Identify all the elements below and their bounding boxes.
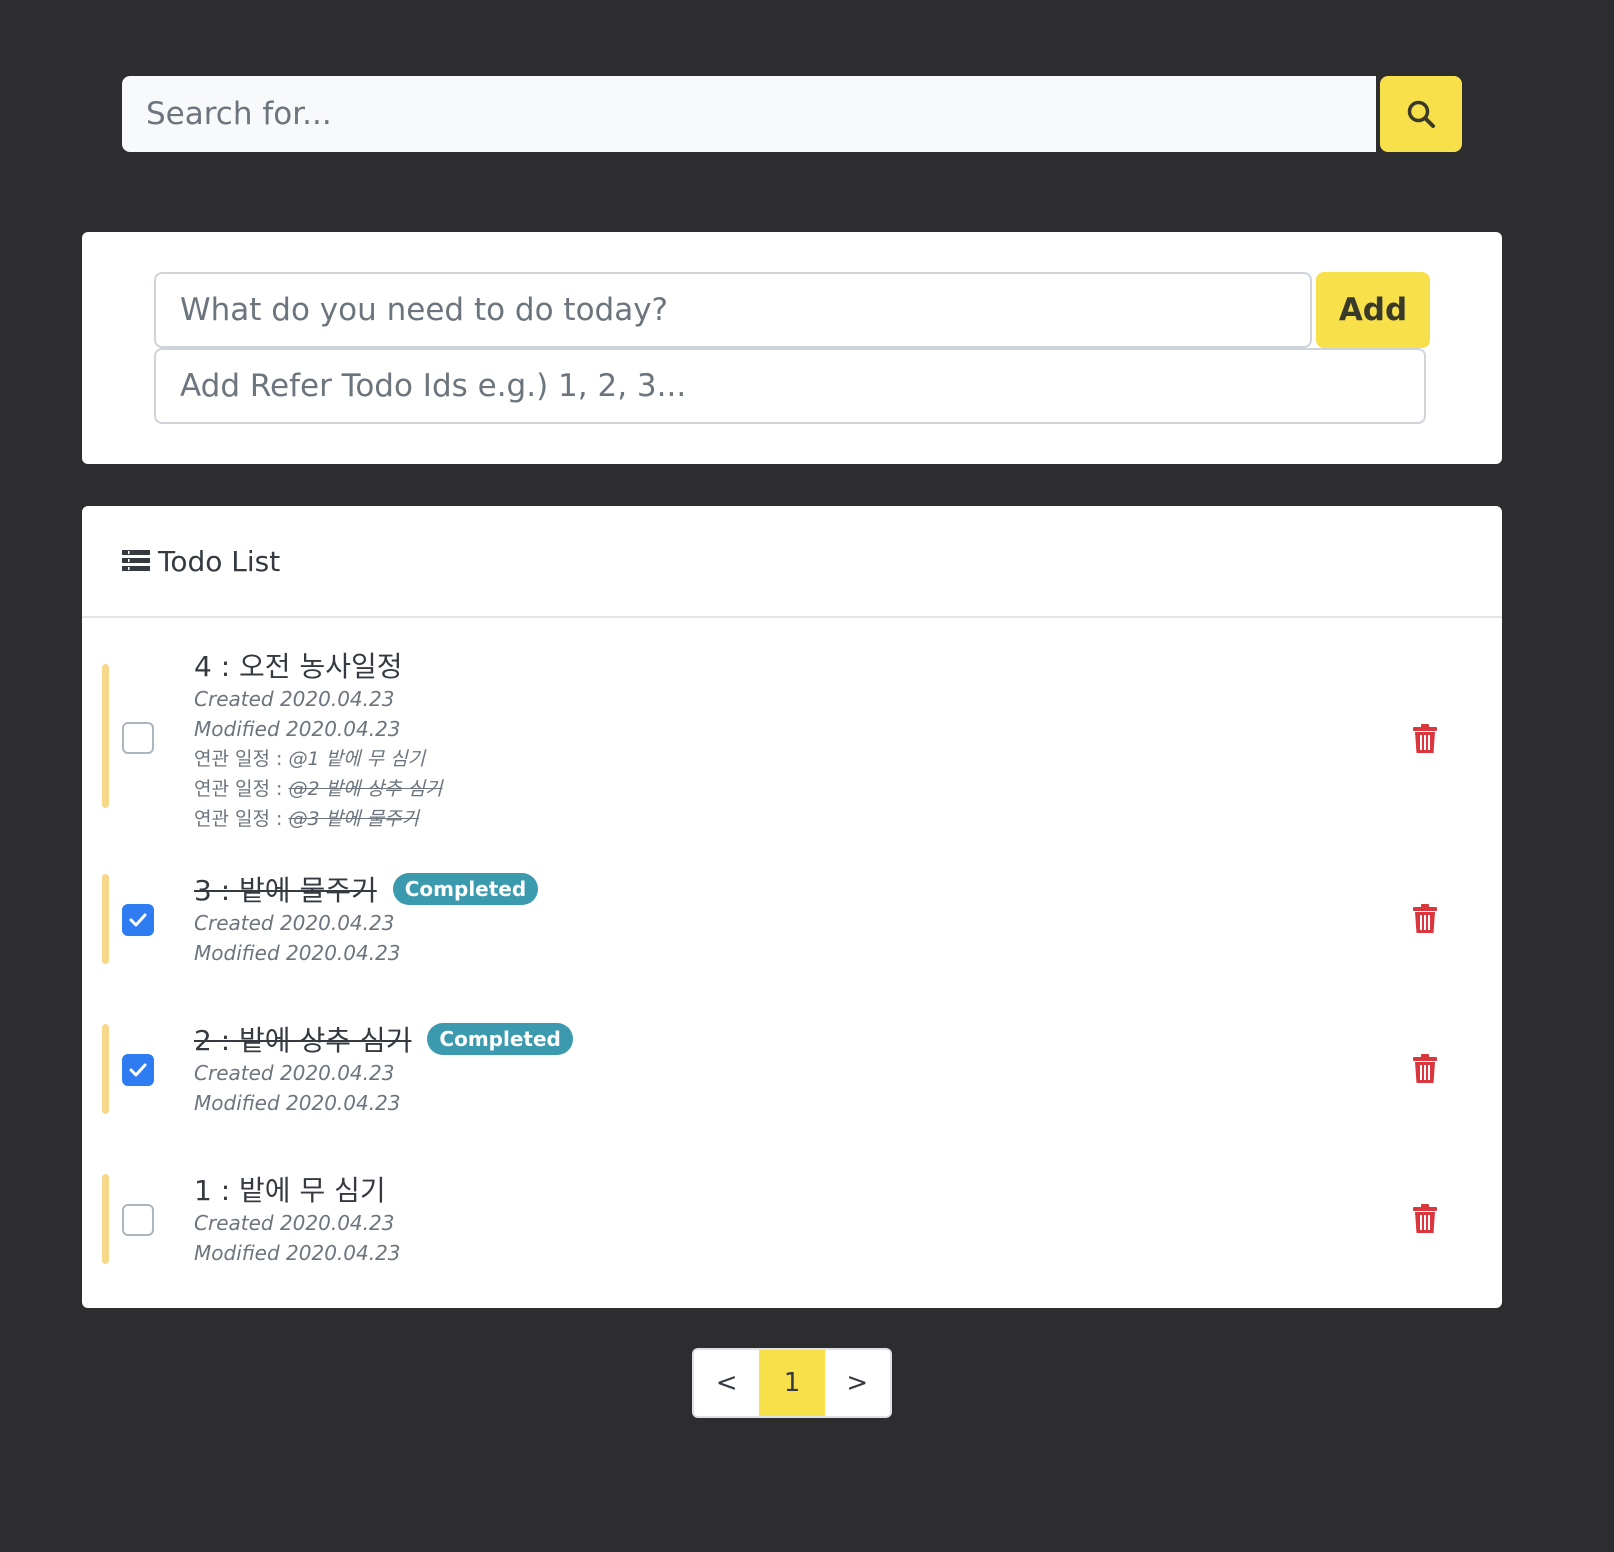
todo-item: 1 : 밭에 무 심기 Created 2020.04.23 Modified … — [82, 1162, 1502, 1292]
todo-modified: Modified 2020.04.23 — [194, 941, 401, 965]
refer-link[interactable]: @2 밭에 상추 심기 — [288, 778, 442, 800]
search-bar — [122, 76, 1462, 152]
todo-accent-bar — [102, 1174, 109, 1264]
pagination-page-1[interactable]: 1 — [759, 1350, 825, 1416]
todo-content: 2 : 밭에 상추 심기 Completed Created 2020.04.2… — [194, 1020, 573, 1118]
todo-title: 2 : 밭에 상추 심기 — [194, 1024, 412, 1057]
trash-icon[interactable] — [1412, 1204, 1438, 1234]
todo-title: 1 : 밭에 무 심기 — [194, 1174, 386, 1207]
todo-checkbox[interactable] — [122, 904, 154, 936]
refer-row: 연관 일정 : @3 밭에 물주기 — [194, 804, 443, 834]
refer-link[interactable]: @3 밭에 물주기 — [288, 808, 419, 830]
todo-created: Created 2020.04.23 — [194, 1211, 395, 1235]
add-button[interactable]: Add — [1316, 272, 1430, 348]
check-icon — [129, 1063, 147, 1077]
refer-ids-input[interactable] — [154, 348, 1426, 424]
refer-row: 연관 일정 : @1 밭에 무 심기 — [194, 744, 443, 774]
todo-checkbox[interactable] — [122, 1204, 154, 1236]
todo-accent-bar — [102, 1024, 109, 1114]
todo-content: 3 : 밭에 물주기 Completed Created 2020.04.23 … — [194, 870, 539, 968]
todo-item: 3 : 밭에 물주기 Completed Created 2020.04.23 … — [82, 862, 1502, 982]
todo-item: 4 : 오전 농사일정 Created 2020.04.23 Modified … — [82, 634, 1502, 830]
search-icon — [1407, 100, 1435, 128]
todo-created: Created 2020.04.23 — [194, 687, 395, 711]
pagination-prev-button[interactable]: < — [694, 1350, 759, 1416]
trash-icon[interactable] — [1412, 904, 1438, 934]
todo-checkbox[interactable] — [122, 1054, 154, 1086]
todo-modified: Modified 2020.04.23 — [194, 1091, 401, 1115]
add-todo-card: Add — [82, 232, 1502, 464]
todo-created: Created 2020.04.23 — [194, 911, 395, 935]
trash-icon[interactable] — [1412, 724, 1438, 754]
todo-input[interactable] — [154, 272, 1312, 348]
todo-title: 4 : 오전 농사일정 — [194, 650, 403, 683]
status-badge: Completed — [392, 873, 539, 905]
refer-label: 연관 일정 : — [194, 808, 289, 830]
todo-list-title: Todo List — [158, 544, 281, 578]
trash-icon[interactable] — [1412, 1054, 1438, 1084]
check-icon — [129, 913, 147, 927]
refer-link[interactable]: @1 밭에 무 심기 — [288, 748, 425, 770]
todo-accent-bar — [102, 874, 109, 964]
status-badge: Completed — [427, 1023, 573, 1055]
todo-created: Created 2020.04.23 — [194, 1061, 395, 1085]
todo-modified: Modified 2020.04.23 — [194, 717, 401, 741]
todo-content: 4 : 오전 농사일정 Created 2020.04.23 Modified … — [194, 646, 443, 834]
todo-accent-bar — [102, 664, 109, 808]
search-input[interactable] — [122, 76, 1376, 152]
todo-modified: Modified 2020.04.23 — [194, 1241, 401, 1265]
list-icon — [122, 550, 150, 571]
todo-list-card: Todo List 4 : 오전 농사일정 Created 2020.04.23… — [82, 506, 1502, 1308]
todo-list-header: Todo List — [82, 506, 1502, 618]
pagination: < 1 > — [692, 1348, 892, 1418]
refer-label: 연관 일정 : — [194, 778, 289, 800]
todo-checkbox[interactable] — [122, 722, 154, 754]
refer-label: 연관 일정 : — [194, 748, 289, 770]
todo-title: 3 : 밭에 물주기 — [194, 874, 377, 907]
search-button[interactable] — [1380, 76, 1462, 152]
pagination-next-button[interactable]: > — [825, 1350, 890, 1416]
refer-row: 연관 일정 : @2 밭에 상추 심기 — [194, 774, 443, 804]
todo-item: 2 : 밭에 상추 심기 Completed Created 2020.04.2… — [82, 1012, 1502, 1132]
todo-content: 1 : 밭에 무 심기 Created 2020.04.23 Modified … — [194, 1170, 401, 1268]
